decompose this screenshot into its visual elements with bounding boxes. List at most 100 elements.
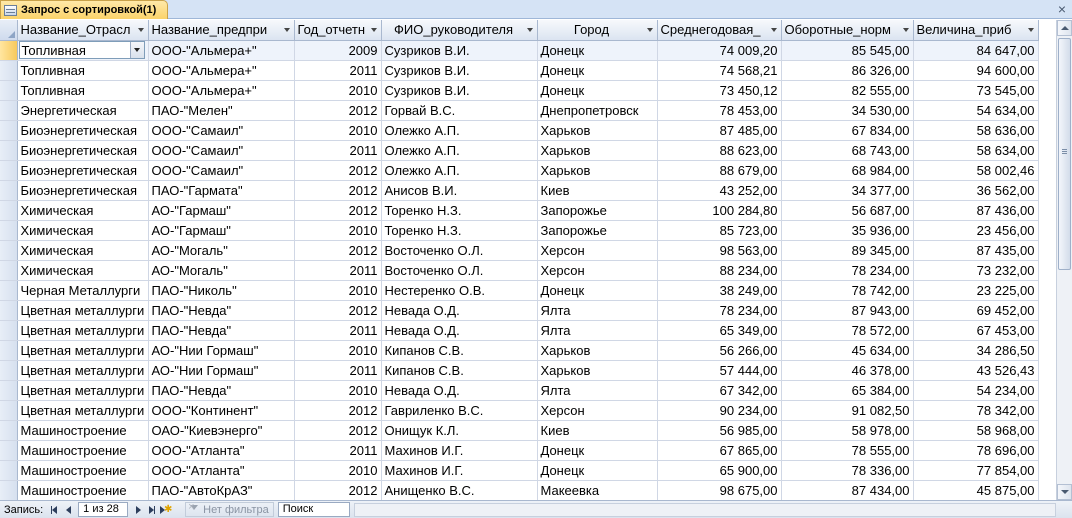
column-header-profit[interactable]: Величина_приб [913,20,1039,41]
cell-average-annual[interactable]: 67 342,00 [657,380,782,401]
cell-working-capital[interactable]: 82 555,00 [781,80,914,101]
cell-profit[interactable]: 58 968,00 [913,420,1039,441]
record-selector[interactable] [0,240,18,261]
cell-working-capital[interactable]: 91 082,50 [781,400,914,421]
cell-working-capital[interactable]: 87 434,00 [781,480,914,500]
record-selector[interactable] [0,100,18,121]
cell-city[interactable]: Херсон [537,260,658,281]
cell-industry[interactable]: Химическая [17,240,149,261]
table-row[interactable]: Топливная ООО-"Альмера+" 2010 Сузриков В.И.… [0,80,1039,101]
cell-average-annual[interactable]: 88 234,00 [657,260,782,281]
cell-manager[interactable]: Олежко А.П. [381,160,538,181]
table-row[interactable]: Цветная металлурги ПАО-"Невда" 2012 Невада … [0,300,1039,321]
cell-profit[interactable]: 67 453,00 [913,320,1039,341]
cell-year[interactable]: 2011 [294,140,382,161]
cell-manager[interactable]: Олежко А.П. [381,120,538,141]
cell-city[interactable]: Запорожье [537,220,658,241]
cell-year[interactable]: 2012 [294,180,382,201]
column-header-average-annual[interactable]: Среднегодовая_ [657,20,782,41]
cell-year[interactable]: 2010 [294,280,382,301]
cell-industry[interactable]: Биоэнергетическая [17,160,149,181]
record-selector[interactable] [0,40,18,61]
column-header-manager[interactable]: ФИО_руководителя [381,20,538,41]
cell-manager[interactable]: Сузриков В.И. [381,60,538,81]
cell-year[interactable]: 2011 [294,60,382,81]
cell-working-capital[interactable]: 78 555,00 [781,440,914,461]
cell-average-annual[interactable]: 56 985,00 [657,420,782,441]
cell-profit[interactable]: 77 854,00 [913,460,1039,481]
cell-city[interactable]: Донецк [537,440,658,461]
cell-manager[interactable]: Нестеренко О.В. [381,280,538,301]
cell-city[interactable]: Харьков [537,360,658,381]
cell-average-annual[interactable]: 56 266,00 [657,340,782,361]
cell-enterprise[interactable]: ООО-"Альмера+" [148,60,295,81]
cell-enterprise[interactable]: ПАО-"АвтоКрАЗ" [148,480,295,500]
filter-status-button[interactable]: Нет фильтра [185,501,274,517]
record-selector[interactable] [0,340,18,361]
table-row[interactable]: Цветная металлурги ПАО-"Невда" 2010 Невада … [0,380,1039,401]
cell-industry[interactable]: Цветная металлурги [17,320,149,341]
sort-arrow-icon[interactable] [370,28,377,32]
cell-average-annual[interactable]: 90 234,00 [657,400,782,421]
cell-profit[interactable]: 34 286,50 [913,340,1039,361]
cell-manager[interactable]: Онищук К.Л. [381,420,538,441]
cell-profit[interactable]: 43 526,43 [913,360,1039,381]
cell-profit[interactable]: 58 002,46 [913,160,1039,181]
cell-enterprise[interactable]: ООО-"Самаил" [148,160,295,181]
cell-enterprise[interactable]: АО-"Могаль" [148,240,295,261]
cell-average-annual[interactable]: 78 453,00 [657,100,782,121]
column-header-enterprise[interactable]: Название_предпри [148,20,295,41]
cell-enterprise[interactable]: АО-"Гармаш" [148,220,295,241]
record-selector[interactable] [0,120,18,141]
cell-industry[interactable]: Топливная [17,80,149,101]
cell-average-annual[interactable]: 87 485,00 [657,120,782,141]
scroll-thumb[interactable] [1058,38,1071,270]
record-selector[interactable] [0,280,18,301]
cell-manager[interactable]: Сузриков В.И. [381,40,538,61]
record-selector[interactable] [0,260,18,281]
column-header-working-capital[interactable]: Оборотные_норм [781,20,914,41]
cell-industry[interactable]: Энергетическая [17,100,149,121]
cell-enterprise[interactable]: ООО-"Самаил" [148,120,295,141]
select-all-corner[interactable] [0,20,18,41]
cell-working-capital[interactable]: 87 943,00 [781,300,914,321]
cell-city[interactable]: Киев [537,180,658,201]
next-record-icon[interactable] [132,503,144,517]
cell-city[interactable]: Запорожье [537,200,658,221]
record-selector[interactable] [0,300,18,321]
cell-enterprise[interactable]: ООО-"Атланта" [148,440,295,461]
scroll-up-icon[interactable] [1057,20,1072,36]
cell-year[interactable]: 2010 [294,80,382,101]
cell-year[interactable]: 2010 [294,380,382,401]
scroll-down-icon[interactable] [1057,484,1072,500]
table-row[interactable]: Цветная металлурги ПАО-"Невда" 2011 Невада … [0,320,1039,341]
first-record-icon[interactable] [48,503,60,517]
cell-city[interactable]: Ялта [537,320,658,341]
cell-manager[interactable]: Невада О.Д. [381,380,538,401]
sort-arrow-icon[interactable] [137,28,144,32]
column-header-year[interactable]: Год_отчетн [294,20,382,41]
cell-working-capital[interactable]: 86 326,00 [781,60,914,81]
sort-arrow-icon[interactable] [526,28,533,32]
cell-manager[interactable]: Анищенко В.С. [381,480,538,500]
cell-year[interactable]: 2012 [294,300,382,321]
record-selector[interactable] [0,320,18,341]
cell-city[interactable]: Киев [537,420,658,441]
cell-working-capital[interactable]: 78 336,00 [781,460,914,481]
cell-profit[interactable]: 84 647,00 [913,40,1039,61]
cell-industry[interactable]: Топливная [17,40,149,61]
cell-city[interactable]: Харьков [537,120,658,141]
industry-combo[interactable]: Топливная [18,41,145,59]
last-record-icon[interactable] [146,503,158,517]
cell-enterprise[interactable]: ООО-"Атланта" [148,460,295,481]
cell-profit[interactable]: 54 634,00 [913,100,1039,121]
cell-enterprise[interactable]: ООО-"Самаил" [148,140,295,161]
record-selector[interactable] [0,160,18,181]
cell-year[interactable]: 2012 [294,200,382,221]
cell-year[interactable]: 2012 [294,400,382,421]
cell-profit[interactable]: 87 435,00 [913,240,1039,261]
cell-enterprise[interactable]: ООО-"Континент" [148,400,295,421]
cell-working-capital[interactable]: 65 384,00 [781,380,914,401]
sort-arrow-icon[interactable] [770,28,777,32]
cell-city[interactable]: Херсон [537,240,658,261]
